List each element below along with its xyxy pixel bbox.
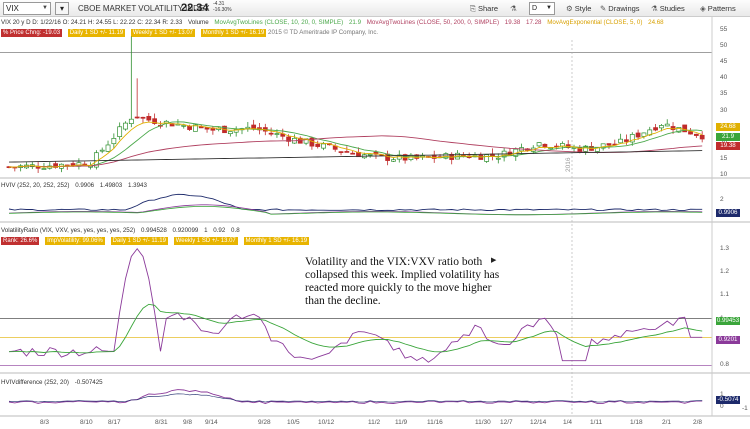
date-label: 11/2	[368, 419, 381, 426]
date-label: 8/31	[155, 419, 168, 426]
volratio-tag-1: 0.99453	[716, 317, 740, 325]
candle-body	[367, 153, 373, 156]
hvdiff-tag: -0.5074	[716, 396, 740, 404]
price-axis-label: 35	[720, 90, 728, 98]
hvdiff-legend: HVIVdifference (252, 20) -0.507425	[1, 379, 103, 386]
candle-body	[181, 124, 187, 127]
date-label: 9/14	[205, 419, 218, 426]
date-label: 2/8	[693, 419, 703, 426]
candle-body	[251, 124, 257, 129]
candle-body	[105, 144, 111, 152]
candle-body	[653, 127, 658, 131]
price-axis-label: 10	[720, 171, 728, 178]
candle-body	[635, 132, 641, 138]
candle-body	[542, 143, 548, 148]
date-label: 11/16	[427, 419, 443, 426]
volratio-axis-label: 0.8	[720, 361, 730, 369]
price-axis-label: 30	[720, 106, 728, 114]
date-label: 10/5	[287, 419, 300, 426]
date-label: 8/17	[108, 419, 121, 426]
date-label: 9/8	[183, 419, 193, 426]
candle-body	[321, 143, 326, 149]
candle-body	[391, 159, 396, 162]
candle-body	[338, 151, 344, 153]
candle-body	[693, 133, 699, 136]
candle-body	[350, 152, 356, 155]
candle-body	[187, 125, 192, 130]
annotation-arrow-icon: ▶	[491, 257, 497, 264]
candle-body	[123, 122, 128, 130]
candle-body	[268, 132, 274, 135]
candle-body	[41, 168, 47, 170]
hvdiff-axis-0: 0	[720, 403, 724, 410]
date-label: 10/12	[318, 419, 335, 426]
hviv-legend: HVIV (252, 20, 252, 252) 0.9906 1.49803 …	[1, 182, 147, 189]
candle-body	[688, 131, 693, 135]
candle-body	[484, 154, 490, 162]
hvdiff-line-2	[8, 393, 703, 403]
date-label: 2/1	[662, 419, 672, 426]
candle-body	[198, 126, 204, 129]
volratio-tag-2: 0.9201	[716, 336, 740, 344]
candle-body	[140, 116, 146, 119]
price-axis-label: 15	[720, 154, 728, 162]
price-axis-label: 45	[720, 58, 728, 66]
annotation-text: Volatility and the VIX:VXV ratio both co…	[305, 256, 500, 307]
date-axis: 8/3 8/10 8/17 8/31 9/8 9/14 9/28 10/5 10/12 11/2 1…	[0, 418, 750, 429]
candle-body	[227, 131, 233, 134]
candle-body	[344, 151, 350, 153]
volratio-ema-line	[8, 303, 703, 354]
price-axis-label: 55	[720, 26, 728, 33]
candle-body	[128, 118, 134, 124]
candle-body	[117, 126, 123, 137]
date-label: 11/9	[395, 419, 408, 426]
year-label: 2016	[565, 157, 572, 172]
candle-body	[664, 123, 670, 127]
volratio-legend-2: Rank: 26.6% ImpVolatility: 99.06% Daily …	[1, 237, 310, 245]
date-label: 12/7	[500, 419, 513, 426]
candle-body	[146, 116, 152, 121]
hvdiff-axis-neg1: -1	[742, 405, 748, 412]
candle-body	[385, 153, 391, 161]
hviv-axis-2: 2	[720, 196, 724, 203]
candle-body	[536, 142, 542, 147]
date-label: 9/28	[258, 419, 271, 426]
volratio-legend: VolatilityRatio (VIX, VXV, yes, yes, yes…	[1, 227, 240, 234]
ma50-price-tag: 19.38	[716, 142, 740, 150]
date-label: 8/3	[40, 419, 50, 426]
price-axis-label: 50	[720, 42, 728, 50]
candle-body	[659, 125, 664, 129]
date-label: 11/30	[475, 419, 491, 426]
hviv-line	[8, 193, 703, 212]
date-label: 1/18	[630, 419, 643, 426]
candle-body	[624, 139, 629, 142]
candle-body	[699, 134, 705, 140]
candle-body	[111, 138, 117, 145]
candle-body	[618, 138, 624, 144]
candle-body	[606, 143, 612, 146]
candle-body	[315, 143, 321, 147]
candle-body	[495, 157, 501, 160]
pane-separators	[0, 17, 750, 417]
price-axis-label: 40	[720, 74, 728, 82]
date-label: 1/4	[563, 419, 573, 426]
hviv-tag: 0.9906	[716, 209, 740, 217]
chart-canvas[interactable]: 2016	[0, 0, 750, 429]
candle-body	[274, 133, 280, 135]
date-label: 8/10	[80, 419, 93, 426]
date-label: 1/11	[590, 419, 603, 426]
date-label: 12/14	[530, 419, 547, 426]
candle-body	[641, 132, 647, 137]
volratio-axis-label: 1.1	[720, 291, 730, 299]
exp-price-tag: 24.68	[716, 123, 740, 131]
candle-body	[134, 116, 140, 119]
ma10-price-tag: 21.9	[716, 133, 740, 141]
candle-body	[99, 149, 105, 152]
volratio-axis-label: 1.2	[720, 268, 730, 275]
ma200-line	[8, 150, 703, 163]
volratio-axis-label: 1.3	[720, 244, 730, 252]
